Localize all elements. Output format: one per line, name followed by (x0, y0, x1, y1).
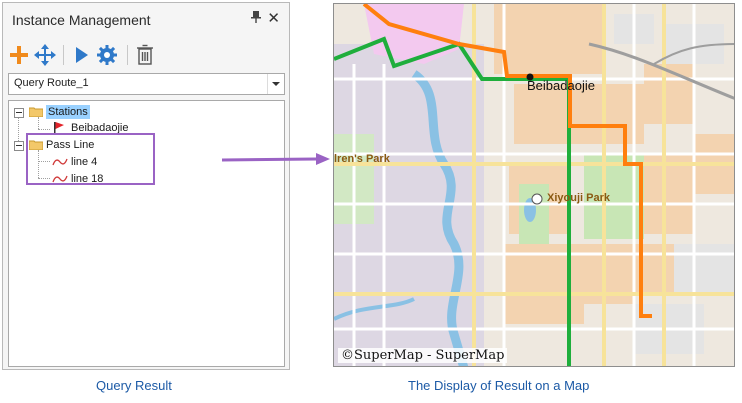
map-view[interactable]: Beibadaojie lren's Park Xiyouji Park ©Su… (333, 3, 735, 367)
query-route-dropdown[interactable]: Query Route_1 (8, 73, 285, 95)
close-icon[interactable]: ✕ (267, 9, 280, 27)
instance-management-panel: Instance Management ✕ Query Route_1 Stat… (2, 2, 290, 370)
add-icon[interactable] (7, 43, 31, 67)
delete-icon[interactable] (133, 43, 157, 67)
map-canvas (334, 4, 734, 366)
panel-titlebar: Instance Management ✕ (3, 3, 289, 35)
collapse-stations-toggle[interactable] (14, 108, 24, 118)
settings-icon[interactable] (95, 43, 119, 67)
tree-node-stations[interactable]: Stations (46, 105, 90, 119)
pin-icon[interactable] (251, 11, 261, 26)
run-icon[interactable] (69, 43, 93, 67)
map-copyright: ©SuperMap - SuperMap (338, 348, 508, 363)
arrow-icon (221, 153, 330, 165)
panel-title: Instance Management (12, 12, 151, 28)
collapse-passline-toggle[interactable] (14, 141, 24, 151)
toolbar (3, 39, 289, 71)
move-icon[interactable] (33, 43, 57, 67)
folder-icon (29, 107, 43, 117)
dropdown-value: Query Route_1 (14, 77, 89, 89)
map-label-beibadaojie: Beibadaojie (527, 78, 595, 93)
pass-line-highlight-box (26, 133, 155, 185)
caption-query-result: Query Result (96, 378, 172, 393)
caption-map-display: The Display of Result on a Map (408, 378, 590, 393)
park-icon (531, 193, 543, 205)
chevron-down-icon[interactable] (267, 74, 284, 94)
map-label-park-left: lren's Park (334, 153, 390, 165)
map-label-xiyouji-park: Xiyouji Park (547, 192, 610, 204)
